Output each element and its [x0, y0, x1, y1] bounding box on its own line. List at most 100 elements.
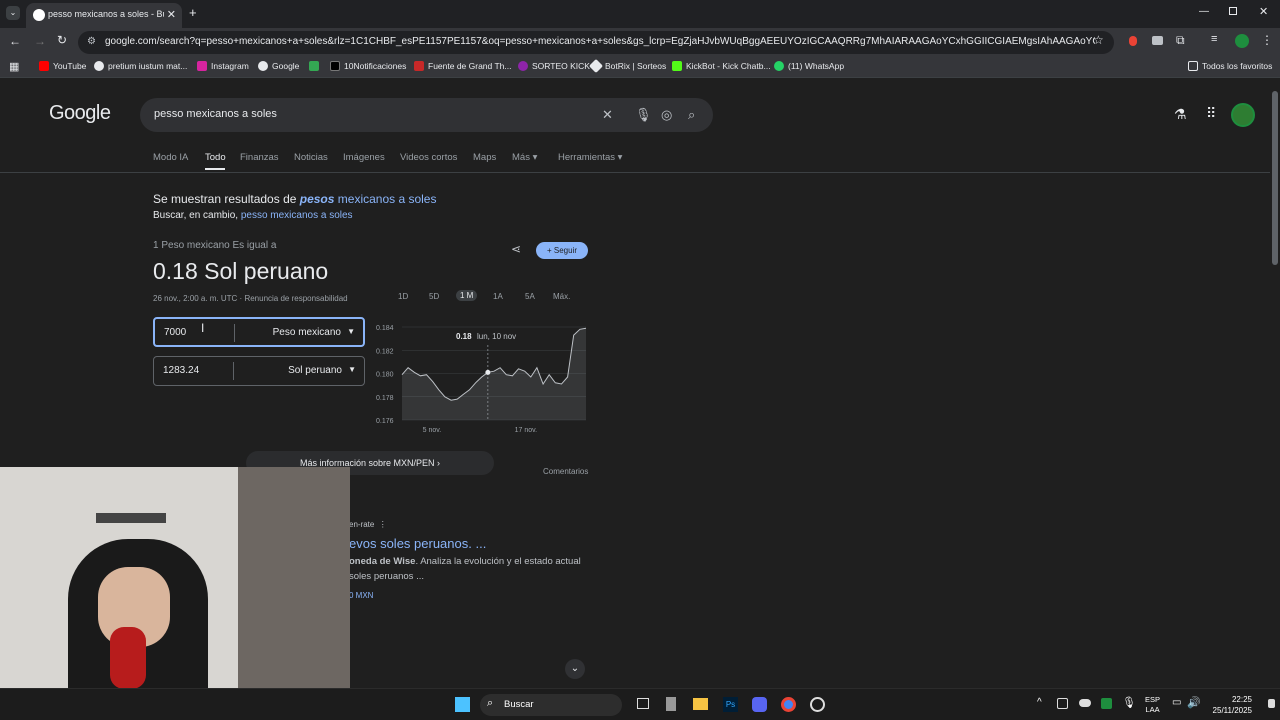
- close-window-icon[interactable]: ✕: [1259, 5, 1268, 18]
- tab-mas[interactable]: Más ▾: [512, 152, 537, 163]
- corrected-term[interactable]: pesos: [300, 192, 335, 206]
- url-text[interactable]: google.com/search?q=pesso+mexicanos+a+so…: [105, 36, 1095, 47]
- exchange-rate-chart[interactable]: 0.184 0.182 0.180 0.178 0.176 5 nov. 17 nov. 0…: [372, 317, 592, 437]
- tab-modo-ia[interactable]: Modo IA: [153, 152, 188, 163]
- bookmark-grand-theft[interactable]: Fuente de Grand Th...: [414, 61, 511, 71]
- start-windows-icon[interactable]: [455, 697, 470, 712]
- tray-icon[interactable]: [1057, 698, 1068, 709]
- app-icon[interactable]: [810, 697, 825, 712]
- profile-avatar-icon[interactable]: [1235, 34, 1249, 48]
- page-scrollbar[interactable]: [1270, 79, 1280, 688]
- bookmark-botrix[interactable]: BotRix | Sorteos: [588, 58, 666, 74]
- network-icon[interactable]: ▭: [1172, 697, 1181, 708]
- file-explorer-icon[interactable]: [693, 698, 708, 710]
- bookmark-sorteo-kick[interactable]: SORTEO KICK: [518, 61, 590, 71]
- search-box[interactable]: pesso mexicanos a soles ✕ 🎙 ◎ ⌕: [140, 98, 713, 132]
- forward-icon[interactable]: →: [34, 34, 46, 48]
- bookmark-whatsapp[interactable]: (11) WhatsApp: [774, 61, 844, 71]
- apps-grid-icon[interactable]: ▦: [9, 60, 19, 73]
- range-1d[interactable]: 1D: [398, 292, 408, 301]
- to-amount-field[interactable]: 1283.24 Sol peruano ▼: [153, 356, 365, 386]
- notification-icon[interactable]: [1268, 699, 1275, 708]
- scroll-down-icon[interactable]: ⌄: [565, 659, 585, 679]
- minimize-icon[interactable]: —: [1199, 6, 1209, 17]
- task-view-icon[interactable]: [637, 698, 649, 709]
- reload-icon[interactable]: ↻: [57, 33, 67, 47]
- bookmark-kickbot[interactable]: KickBot - Kick Chatb...: [672, 61, 771, 71]
- tab-noticias[interactable]: Noticias: [294, 152, 328, 163]
- result-site-url[interactable]: en-rate ⋮: [349, 520, 387, 529]
- taskbar-search[interactable]: ⌕ Buscar: [480, 694, 622, 716]
- tab-maps[interactable]: Maps: [473, 152, 496, 163]
- address-bar[interactable]: ⚙ google.com/search?q=pesso+mexicanos+a+…: [78, 31, 1114, 54]
- new-tab-icon[interactable]: +: [189, 5, 197, 20]
- discord-icon[interactable]: [752, 697, 767, 712]
- whatsapp-icon: [774, 61, 784, 71]
- bookmark-google[interactable]: Google: [258, 61, 299, 71]
- bookmark-star-icon[interactable]: ☆: [1093, 33, 1104, 47]
- clear-icon[interactable]: ✕: [602, 107, 613, 123]
- browser-tab[interactable]: pesso mexicanos a soles - Busca ✕: [26, 3, 182, 28]
- tab-imagenes[interactable]: Imágenes: [343, 152, 385, 163]
- scrollbar-thumb[interactable]: [1272, 91, 1278, 265]
- language-indicator[interactable]: ESP LAA: [1145, 695, 1160, 715]
- tab-search-icon[interactable]: ⌄: [6, 6, 20, 20]
- microphone-tray-icon[interactable]: 🎙: [1122, 696, 1136, 709]
- labs-flask-icon[interactable]: ⚗: [1174, 106, 1187, 123]
- tab-herramientas[interactable]: Herramientas ▾: [558, 152, 622, 163]
- search-instead-link[interactable]: pesso mexicanos a soles: [241, 210, 353, 221]
- range-5a[interactable]: 5A: [525, 292, 535, 301]
- from-amount-field[interactable]: 7000 Peso mexicano ▼: [153, 317, 365, 347]
- from-currency-select[interactable]: Peso mexicano: [273, 327, 341, 338]
- restore-icon[interactable]: [1229, 7, 1237, 15]
- extension-icon[interactable]: [1152, 36, 1163, 45]
- bookmark-youtube[interactable]: YouTube: [39, 61, 86, 71]
- tab-videos-cortos[interactable]: Videos cortos: [400, 152, 457, 163]
- tray-icon[interactable]: [1101, 698, 1112, 709]
- tab-todo[interactable]: Todo: [205, 152, 226, 163]
- from-amount-input[interactable]: 7000: [164, 327, 186, 338]
- comments-link[interactable]: Comentarios: [543, 467, 588, 476]
- extension-record-icon[interactable]: [1129, 36, 1137, 46]
- extensions-puzzle-icon[interactable]: ⧉: [1176, 33, 1185, 48]
- back-icon[interactable]: ←: [9, 34, 21, 48]
- bookmark-misc[interactable]: [309, 61, 319, 71]
- tab-finanzas[interactable]: Finanzas: [240, 152, 279, 163]
- result-title-link[interactable]: evos soles peruanos. ...: [349, 536, 486, 551]
- volume-icon[interactable]: 🔊: [1187, 696, 1201, 709]
- browser-menu-icon[interactable]: ⋮: [1261, 33, 1273, 47]
- correction-rest[interactable]: mexicanos a soles: [334, 192, 437, 206]
- search-icon[interactable]: ⌕: [688, 107, 695, 123]
- media-control-icon[interactable]: ≡: [1211, 33, 1217, 45]
- cloud-icon[interactable]: [1079, 699, 1091, 707]
- google-apps-icon[interactable]: ⠿: [1206, 105, 1216, 122]
- range-1m[interactable]: 1 M: [456, 290, 478, 301]
- to-currency-select[interactable]: Sol peruano: [288, 365, 342, 376]
- bookmark-10notificaciones[interactable]: 10Notificaciones: [330, 61, 406, 71]
- range-5d[interactable]: 5D: [429, 292, 439, 301]
- photoshop-icon[interactable]: Ps: [723, 697, 738, 712]
- chevron-down-icon[interactable]: ▼: [347, 327, 355, 336]
- chrome-icon[interactable]: [781, 697, 796, 712]
- google-logo[interactable]: Google: [49, 102, 111, 125]
- follow-button[interactable]: + Seguir: [536, 242, 588, 259]
- result-chip[interactable]: 0 MXN: [349, 591, 373, 600]
- to-amount-input[interactable]: 1283.24: [163, 365, 199, 376]
- lens-icon[interactable]: ◎: [661, 107, 672, 123]
- microphone-icon[interactable]: 🎙: [635, 107, 652, 123]
- search-input[interactable]: pesso mexicanos a soles: [154, 108, 277, 120]
- share-icon[interactable]: ⋖: [511, 242, 521, 256]
- bookmark-pretium[interactable]: pretium iustum mat...: [94, 61, 187, 71]
- chevron-down-icon[interactable]: ▼: [348, 365, 356, 374]
- close-tab-icon[interactable]: ✕: [167, 8, 176, 21]
- active-tab-indicator: [205, 168, 225, 170]
- bookmark-instagram[interactable]: Instagram: [197, 61, 249, 71]
- tray-chevron-icon[interactable]: ^: [1037, 697, 1042, 708]
- range-1a[interactable]: 1A: [493, 292, 503, 301]
- clock[interactable]: 22:25 25/11/2025: [1208, 694, 1252, 716]
- app-icon[interactable]: [666, 697, 676, 711]
- range-max[interactable]: Máx.: [553, 292, 570, 301]
- site-info-icon[interactable]: ⚙: [87, 36, 96, 47]
- account-avatar[interactable]: [1231, 103, 1255, 127]
- all-bookmarks[interactable]: Todos los favoritos: [1188, 61, 1272, 71]
